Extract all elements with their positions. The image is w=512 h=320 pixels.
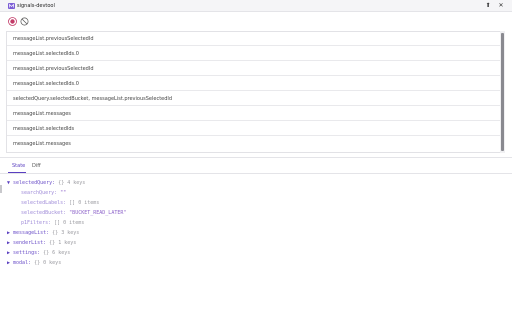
expand-arrow-icon[interactable]: ▶	[7, 250, 10, 256]
tab-state[interactable]: State	[12, 163, 25, 169]
tree-meta: {} 3 keys	[52, 230, 80, 236]
tree-key: senderList:	[13, 240, 47, 246]
tree-key: selectedLabels:	[21, 200, 67, 206]
list-item[interactable]: messageList.messages	[7, 107, 500, 121]
list-item-label: messageList.messages	[13, 111, 71, 117]
tree-node-senderList[interactable]: ▶ senderList: {} 1 keys	[7, 240, 76, 246]
app-logo-icon	[8, 3, 15, 9]
window-title: signals-devtool	[17, 3, 55, 9]
tree-key: p1Filters:	[21, 220, 52, 226]
expand-arrow-icon[interactable]: ▶	[7, 230, 10, 236]
pin-icon[interactable]: ⬆	[484, 2, 492, 10]
list-item[interactable]: selectedQuery.selectedBucket, messageLis…	[7, 92, 500, 106]
list-item[interactable]: messageList.selectedIds	[7, 122, 500, 136]
scrollbar-thumb[interactable]	[501, 33, 504, 151]
tree-meta: [] 0 items	[54, 220, 85, 226]
tree-key: selectedBucket:	[21, 210, 67, 216]
tree-node-searchQuery: searchQuery: ""	[21, 190, 66, 196]
title-bar: signals-devtool ⬆ ✕	[0, 0, 512, 12]
tab-diff[interactable]: Diff	[32, 163, 41, 169]
list-item[interactable]: messageList.previousSelectedId	[7, 32, 500, 46]
resize-handle[interactable]	[0, 185, 2, 193]
tree-node-selectedQuery[interactable]: ▼ selectedQuery: {} 4 keys	[7, 180, 85, 186]
list-item-label: messageList.selectedIds.0	[13, 51, 79, 57]
list-item[interactable]: messageList.selectedIds.0	[7, 47, 500, 61]
tree-key: selectedQuery:	[13, 180, 56, 186]
tree-node-selectedLabels: selectedLabels: [] 0 items	[21, 200, 99, 206]
clear-icon[interactable]	[20, 17, 29, 26]
tree-node-settings[interactable]: ▶ settings: {} 6 keys	[7, 250, 70, 256]
tree-key: settings:	[13, 250, 41, 256]
tree-key: messageList:	[13, 230, 50, 236]
list-item-label: messageList.selectedIds.0	[13, 81, 79, 87]
list-item-label: messageList.selectedIds	[13, 126, 75, 132]
tree-meta: {} 6 keys	[43, 250, 71, 256]
tree-meta: {} 0 keys	[34, 260, 62, 266]
list-item-label: messageList.messages	[13, 141, 71, 147]
tree-meta: [] 0 items	[69, 200, 100, 206]
expand-arrow-icon[interactable]: ▶	[7, 260, 10, 266]
tree-node-modal[interactable]: ▶ modal: {} 0 keys	[7, 260, 61, 266]
tree-node-p1Filters: p1Filters: [] 0 items	[21, 220, 84, 226]
collapse-arrow-icon[interactable]: ▼	[7, 180, 10, 186]
close-icon[interactable]: ✕	[497, 2, 505, 10]
list-item[interactable]: messageList.messages	[7, 137, 500, 151]
expand-arrow-icon[interactable]: ▶	[7, 240, 10, 246]
tree-node-messageList[interactable]: ▶ messageList: {} 3 keys	[7, 230, 79, 236]
list-item-label: selectedQuery.selectedBucket, messageLis…	[13, 96, 173, 102]
tree-meta: {} 1 keys	[49, 240, 77, 246]
tree-key: searchQuery:	[21, 190, 58, 196]
tree-value: ""	[60, 190, 67, 196]
toolbar	[0, 12, 512, 30]
active-tab-indicator	[8, 172, 26, 173]
message-list: messageList.previousSelectedId messageLi…	[6, 31, 505, 153]
list-item[interactable]: messageList.previousSelectedId	[7, 62, 500, 76]
list-item[interactable]: messageList.selectedIds.0	[7, 77, 500, 91]
tree-meta: {} 4 keys	[58, 180, 86, 186]
tree-key: modal:	[13, 260, 32, 266]
tree-value: "BUCKET_READ_LATER"	[69, 210, 127, 216]
tree-node-selectedBucket: selectedBucket: "BUCKET_READ_LATER"	[21, 210, 126, 216]
list-item-label: messageList.previousSelectedId	[13, 66, 94, 72]
tab-bar: State Diff	[0, 158, 512, 174]
list-item-label: messageList.previousSelectedId	[13, 36, 94, 42]
record-button[interactable]	[8, 17, 17, 26]
